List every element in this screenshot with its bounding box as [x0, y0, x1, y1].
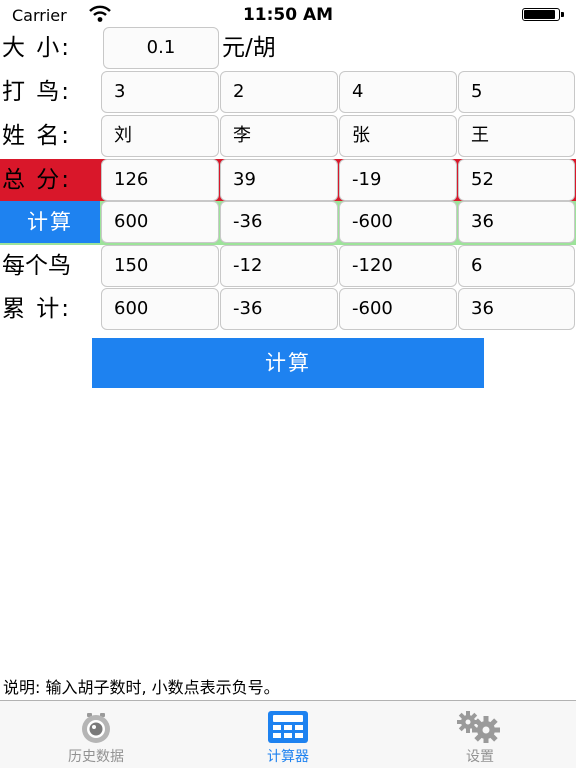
calculator-icon [268, 711, 308, 747]
bird-row: 打 鸟: 3 2 4 5 [0, 71, 576, 113]
calc-result-4: 36 [458, 201, 575, 243]
gear-icon [452, 711, 508, 747]
bird-input-1[interactable]: 3 [101, 71, 219, 113]
cumulative-value-4: 36 [458, 288, 575, 330]
per-bird-value-2: -12 [220, 245, 338, 287]
per-bird-value-3: -120 [339, 245, 457, 287]
per-bird-row: 每个鸟 150 -12 -120 6 [0, 245, 576, 287]
tab-calculator-label: 计算器 [267, 749, 309, 765]
name-row: 姓 名: 刘 李 张 王 [0, 115, 576, 157]
name-label: 姓 名: [2, 123, 72, 149]
size-label: 大 小: [2, 35, 72, 61]
calculate-button[interactable]: 计算 [92, 338, 484, 388]
bird-input-2[interactable]: 2 [220, 71, 338, 113]
tab-history-label: 历史数据 [68, 749, 124, 765]
bird-input-4[interactable]: 5 [458, 71, 575, 113]
tab-bar: 历史数据 计算器 设置 [0, 700, 576, 768]
cumulative-label: 累 计: [2, 296, 72, 322]
tab-settings[interactable]: 设置 [384, 701, 576, 769]
camera-icon [77, 711, 115, 749]
total-input-1[interactable]: 126 [101, 159, 219, 201]
total-input-2[interactable]: 39 [220, 159, 338, 201]
tab-settings-label: 设置 [466, 749, 494, 765]
battery-icon [522, 8, 566, 23]
bird-input-3[interactable]: 4 [339, 71, 457, 113]
calc-result-2: -36 [220, 201, 338, 243]
per-bird-value-4: 6 [458, 245, 575, 287]
name-input-2[interactable]: 李 [220, 115, 338, 157]
name-input-1[interactable]: 刘 [101, 115, 219, 157]
calc-row: 600 -36 -600 36 [0, 201, 576, 243]
cumulative-row: 累 计: 600 -36 -600 36 [0, 288, 576, 330]
name-input-4[interactable]: 王 [458, 115, 575, 157]
total-label: 总 分: [2, 167, 72, 193]
total-input-3[interactable]: -19 [339, 159, 457, 201]
total-row: 总 分: 126 39 -19 52 [0, 159, 576, 201]
name-input-3[interactable]: 张 [339, 115, 457, 157]
cumulative-value-3: -600 [339, 288, 457, 330]
clock: 11:50 AM [242, 5, 334, 25]
calc-result-3: -600 [339, 201, 457, 243]
cumulative-value-2: -36 [220, 288, 338, 330]
tab-calculator[interactable]: 计算器 [192, 701, 384, 769]
calc-result-1: 600 [101, 201, 219, 243]
status-bar: Carrier 11:50 AM [0, 0, 576, 30]
unit-label: 元/胡 [222, 35, 276, 61]
per-bird-label: 每个鸟 [2, 253, 71, 279]
size-row: 大 小: 0.1 元/胡 [0, 27, 576, 69]
per-bird-value-1: 150 [101, 245, 219, 287]
size-input[interactable]: 0.1 [103, 27, 219, 69]
bird-label: 打 鸟: [2, 79, 72, 105]
instruction-note: 说明: 输入胡子数时, 小数点表示负号。 [3, 678, 280, 697]
cumulative-value-1: 600 [101, 288, 219, 330]
total-input-4[interactable]: 52 [458, 159, 575, 201]
tab-history[interactable]: 历史数据 [0, 701, 192, 769]
